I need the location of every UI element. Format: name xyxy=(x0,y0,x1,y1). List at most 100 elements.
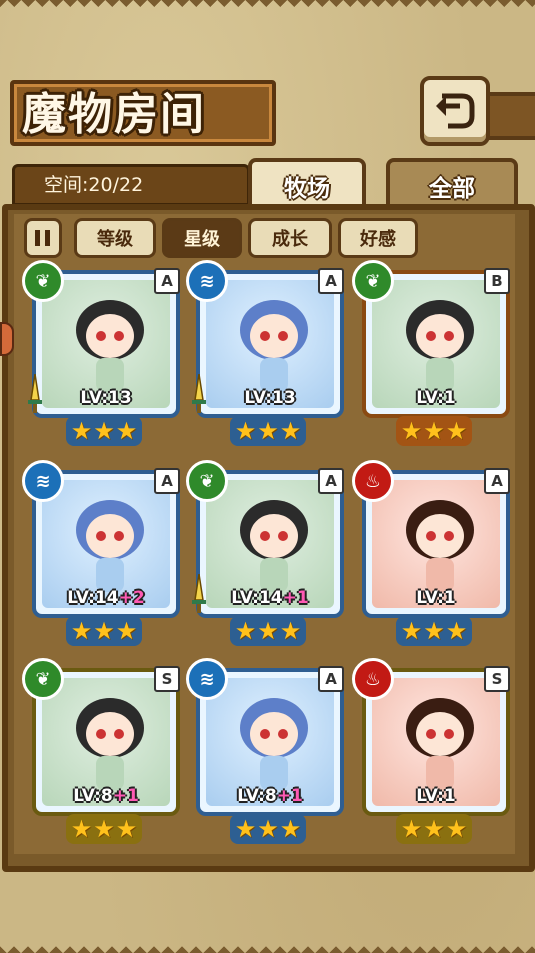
level-value: LV:8 xyxy=(237,786,277,806)
level-label: LV:8+1 xyxy=(196,786,344,806)
level-value: LV:14 xyxy=(231,588,283,608)
star-rating: ★ ★ ★ xyxy=(66,416,142,446)
bottom-border xyxy=(0,939,535,953)
star-icon: ★ xyxy=(70,617,93,645)
level-label: LV:13 xyxy=(32,388,180,408)
monster-portrait xyxy=(76,698,144,790)
monster-portrait xyxy=(76,500,144,592)
star-rating: ★ ★ ★ xyxy=(396,416,472,446)
monster-portrait xyxy=(406,698,474,790)
star-icon: ★ xyxy=(93,417,115,445)
rank-badge: B xyxy=(484,268,510,294)
star-icon: ★ xyxy=(400,815,423,843)
star-icon: ★ xyxy=(400,617,423,645)
monster-card[interactable]: ≋ A LV:8+1 ★ ★ ★ xyxy=(186,658,344,844)
level-label: LV:1 xyxy=(362,388,510,408)
star-icon: ★ xyxy=(234,417,257,445)
monster-portrait xyxy=(76,300,144,392)
level-label: LV:14+1 xyxy=(196,588,344,608)
level-bonus: +2 xyxy=(118,588,145,608)
star-icon: ★ xyxy=(70,815,93,843)
star-icon: ★ xyxy=(115,617,138,645)
level-label: LV:14+2 xyxy=(32,588,180,608)
star-icon: ★ xyxy=(279,617,302,645)
star-rating: ★ ★ ★ xyxy=(66,616,142,646)
leaf-icon: ❦ xyxy=(22,260,64,302)
leaf-icon: ❦ xyxy=(186,460,228,502)
back-arrow-icon xyxy=(436,93,475,129)
star-icon: ★ xyxy=(234,815,257,843)
monster-card[interactable]: ❦ A LV:13 ★ ★ ★ xyxy=(22,260,180,446)
sort-level-button[interactable]: 等级 xyxy=(74,218,156,258)
monster-card[interactable]: ♨ S LV:1 ★ ★ ★ xyxy=(352,658,510,844)
level-label: LV:13 xyxy=(196,388,344,408)
level-label: LV:1 xyxy=(362,786,510,806)
flame-icon: ♨ xyxy=(352,460,394,502)
monster-card[interactable]: ❦ A LV:14+1 ★ ★ ★ xyxy=(186,460,344,646)
tab-all[interactable]: 全部 xyxy=(386,158,518,210)
rank-badge: A xyxy=(154,268,180,294)
star-rating: ★ ★ ★ xyxy=(230,616,306,646)
tab-pasture[interactable]: 牧场 xyxy=(248,158,366,210)
monster-card[interactable]: ❦ B LV:1 ★ ★ ★ xyxy=(352,260,510,446)
tab-label: 牧场 xyxy=(284,176,330,202)
star-icon: ★ xyxy=(70,417,93,445)
rank-badge: S xyxy=(484,666,510,692)
star-icon: ★ xyxy=(423,815,445,843)
star-icon: ★ xyxy=(423,617,445,645)
star-icon: ★ xyxy=(445,815,468,843)
water-wave-icon: ≋ xyxy=(22,460,64,502)
level-label: LV:1 xyxy=(362,588,510,608)
rank-badge: A xyxy=(484,468,510,494)
monster-card[interactable]: ❦ S LV:8+1 ★ ★ ★ xyxy=(22,658,180,844)
level-value: LV:14 xyxy=(67,588,119,608)
level-bonus: +1 xyxy=(282,588,309,608)
sort-toggle-icon xyxy=(35,230,50,246)
leaf-icon: ❦ xyxy=(22,658,64,700)
star-icon: ★ xyxy=(423,417,445,445)
star-icon: ★ xyxy=(445,417,468,445)
monster-portrait xyxy=(240,300,308,392)
monster-card[interactable]: ≋ A LV:13 ★ ★ ★ xyxy=(186,260,344,446)
page-title: 魔物房间 xyxy=(22,89,206,140)
side-handle[interactable] xyxy=(0,322,14,356)
star-rating: ★ ★ ★ xyxy=(396,814,472,844)
rank-badge: A xyxy=(318,268,344,294)
star-icon: ★ xyxy=(115,815,138,843)
level-value: LV:1 xyxy=(416,388,456,408)
star-icon: ★ xyxy=(257,417,279,445)
star-rating: ★ ★ ★ xyxy=(396,616,472,646)
storage-count: 空间:20/22 xyxy=(44,174,144,196)
star-rating: ★ ★ ★ xyxy=(66,814,142,844)
monster-portrait xyxy=(406,500,474,592)
star-icon: ★ xyxy=(279,815,302,843)
star-icon: ★ xyxy=(257,815,279,843)
level-value: LV:1 xyxy=(416,588,456,608)
monster-card[interactable]: ≋ A LV:14+2 ★ ★ ★ xyxy=(22,460,180,646)
rank-badge: A xyxy=(318,666,344,692)
rank-badge: A xyxy=(318,468,344,494)
level-bonus: +1 xyxy=(112,786,139,806)
star-rating: ★ ★ ★ xyxy=(230,814,306,844)
back-button[interactable] xyxy=(420,76,490,146)
star-icon: ★ xyxy=(400,417,423,445)
water-wave-icon: ≋ xyxy=(186,658,228,700)
level-label: LV:8+1 xyxy=(32,786,180,806)
monster-portrait xyxy=(240,500,308,592)
star-icon: ★ xyxy=(115,417,138,445)
monster-card[interactable]: ♨ A LV:1 ★ ★ ★ xyxy=(352,460,510,646)
sort-star-button[interactable]: 星级 xyxy=(162,218,242,258)
star-icon: ★ xyxy=(257,617,279,645)
star-icon: ★ xyxy=(279,417,302,445)
sort-growth-button[interactable]: 成长 xyxy=(248,218,332,258)
monster-portrait xyxy=(406,300,474,392)
sort-toggle-button[interactable] xyxy=(24,218,62,258)
level-value: LV:13 xyxy=(80,388,132,408)
monster-portrait xyxy=(240,698,308,790)
top-border xyxy=(0,0,535,14)
sort-affection-button[interactable]: 好感 xyxy=(338,218,418,258)
star-icon: ★ xyxy=(93,617,115,645)
star-icon: ★ xyxy=(445,617,468,645)
rank-badge: S xyxy=(154,666,180,692)
level-value: LV:13 xyxy=(244,388,296,408)
